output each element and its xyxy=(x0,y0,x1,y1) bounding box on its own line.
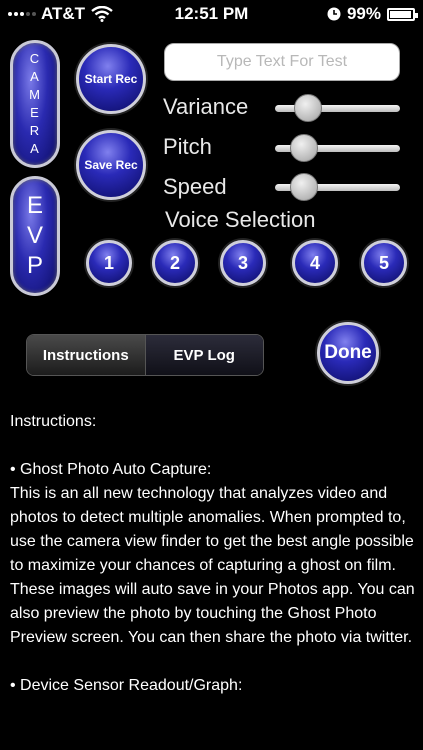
instructions-text: Instructions: • Ghost Photo Auto Capture… xyxy=(10,410,415,698)
done-button[interactable]: Done xyxy=(317,322,379,384)
evp-button[interactable]: EVP xyxy=(10,176,60,296)
save-rec-button[interactable]: Save Rec xyxy=(76,130,146,200)
variance-label: Variance xyxy=(163,94,249,119)
section-title: • Device Sensor Readout/Graph: xyxy=(10,677,243,694)
view-segmented-control: Instructions EVP Log xyxy=(26,334,264,376)
battery-percent: 99% xyxy=(346,4,381,23)
pill-letter: P xyxy=(26,252,43,279)
clock-icon xyxy=(327,7,341,21)
speed-slider[interactable] xyxy=(275,172,400,202)
section-body: This is an all new technology that analy… xyxy=(10,485,415,646)
instructions-heading: Instructions: xyxy=(10,413,97,430)
pill-letter: E xyxy=(30,105,40,120)
wifi-icon xyxy=(91,6,113,22)
voice-selection-label: Voice Selection xyxy=(165,207,316,232)
status-bar: AT&T 12:51 PM 99% xyxy=(0,0,423,28)
start-rec-label: Start Rec xyxy=(84,72,138,86)
section-title: • Ghost Photo Auto Capture: xyxy=(10,461,212,478)
pitch-slider[interactable] xyxy=(275,133,400,163)
status-right: 99% xyxy=(327,4,418,24)
voice-option-2[interactable]: 2 xyxy=(152,240,198,286)
start-rec-button[interactable]: Start Rec xyxy=(76,44,146,114)
pill-letter: R xyxy=(29,123,41,138)
pill-letter: M xyxy=(29,87,41,102)
voice-option-label: 2 xyxy=(169,252,180,273)
pill-letter: V xyxy=(26,222,43,249)
pill-letter: C xyxy=(29,51,41,66)
voice-option-label: 4 xyxy=(309,252,320,273)
speed-label: Speed xyxy=(163,174,227,199)
voice-option-1[interactable]: 1 xyxy=(86,240,132,286)
battery-icon xyxy=(387,7,418,21)
voice-option-5[interactable]: 5 xyxy=(361,240,407,286)
save-rec-label: Save Rec xyxy=(84,158,138,172)
status-left: AT&T xyxy=(8,4,113,24)
slider-thumb[interactable] xyxy=(294,94,323,122)
voice-option-label: 3 xyxy=(237,252,248,273)
done-label: Done xyxy=(324,342,372,363)
slider-thumb[interactable] xyxy=(289,173,318,201)
variance-slider[interactable] xyxy=(275,93,400,123)
signal-icon xyxy=(8,12,36,16)
carrier-label: AT&T xyxy=(41,4,86,23)
slider-thumb[interactable] xyxy=(289,134,318,162)
pill-letter: E xyxy=(26,192,43,219)
test-text-input[interactable] xyxy=(164,43,400,81)
voice-option-4[interactable]: 4 xyxy=(292,240,338,286)
segment-evp-log[interactable]: EVP Log xyxy=(145,335,263,375)
voice-option-3[interactable]: 3 xyxy=(220,240,266,286)
segment-instructions[interactable]: Instructions xyxy=(27,335,146,375)
pill-letter: A xyxy=(30,69,40,84)
camera-button[interactable]: CAMERA xyxy=(10,40,60,168)
voice-option-label: 5 xyxy=(378,252,389,273)
pill-letter: A xyxy=(30,141,40,156)
pitch-label: Pitch xyxy=(163,134,212,159)
voice-option-label: 1 xyxy=(103,252,114,273)
